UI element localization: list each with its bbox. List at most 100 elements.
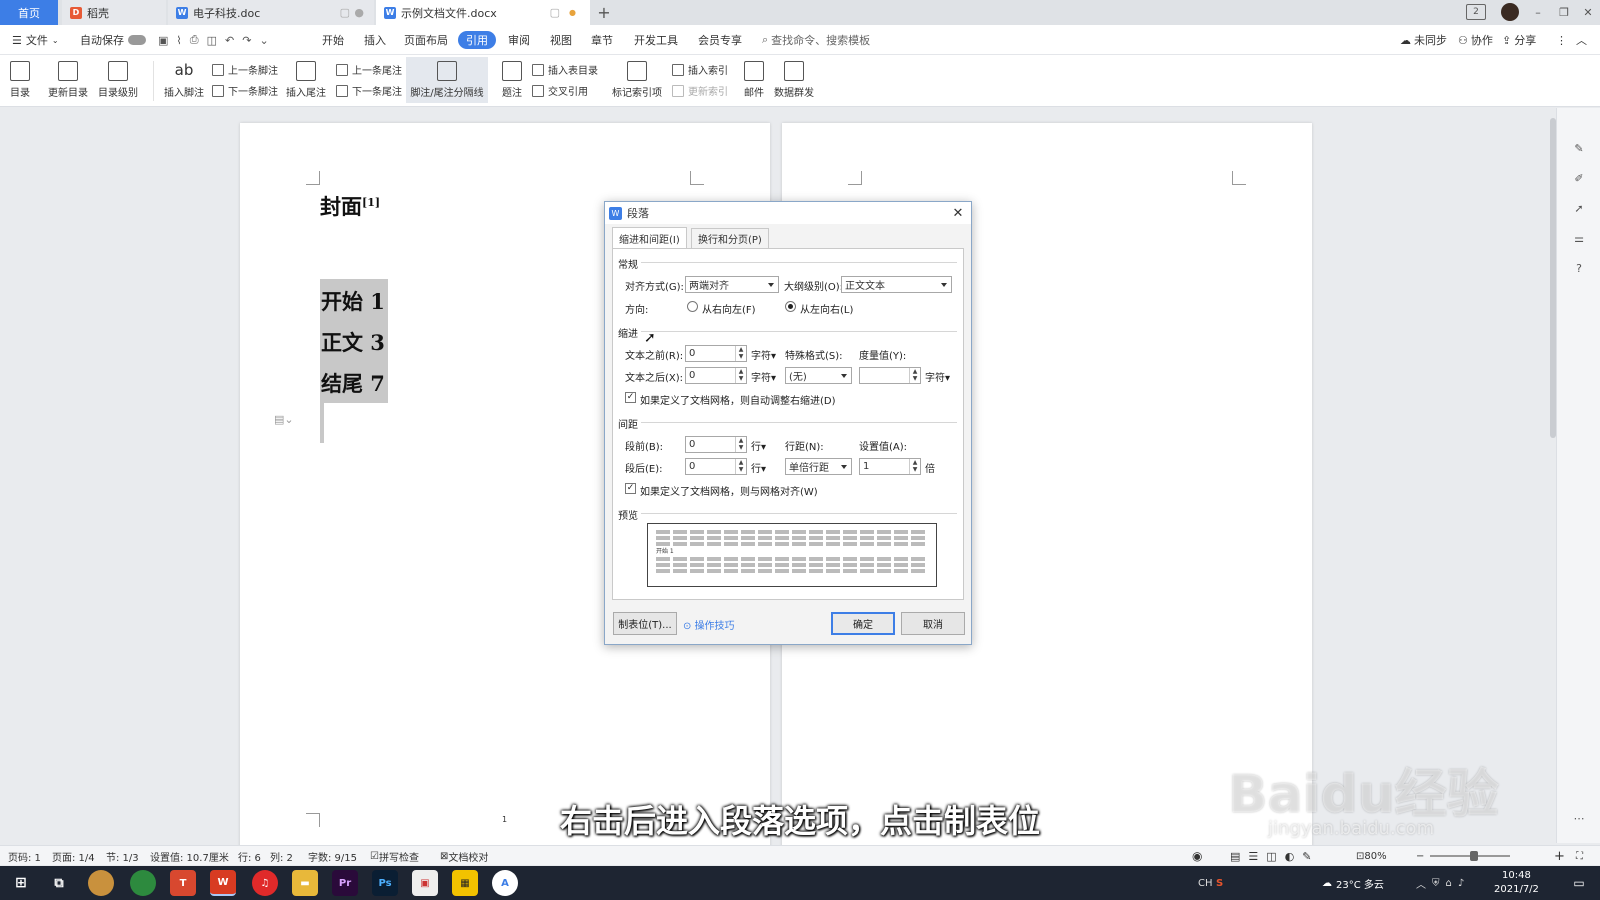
spinner-arrows-icon[interactable]: ▲ ▼ xyxy=(909,368,920,383)
sync-button[interactable]: ☁ 未同步 xyxy=(1400,25,1447,55)
mark-entry-button[interactable]: 标记索引项 xyxy=(612,61,662,99)
premiere-icon[interactable]: Pr xyxy=(332,870,358,896)
footnote-reference[interactable]: [1] xyxy=(362,196,380,209)
print-preview-icon[interactable]: ◫ xyxy=(207,34,217,47)
photoshop-icon[interactable]: Ps xyxy=(372,870,398,896)
chevron-up-icon[interactable]: ︿ xyxy=(1416,876,1426,891)
more-icon[interactable]: ⌄ xyxy=(259,34,268,47)
file-explorer-icon[interactable]: ▬ xyxy=(292,870,318,896)
undo-icon[interactable]: ↶ xyxy=(225,34,234,47)
save-icon[interactable]: ▣ xyxy=(158,34,168,47)
document-heading[interactable]: 封面[1] xyxy=(320,191,380,221)
zoom-level[interactable]: ⊡ 80% xyxy=(1356,846,1387,866)
workspace-icon[interactable]: 2 xyxy=(1466,4,1486,20)
menu-start[interactable]: 开始 xyxy=(322,25,344,55)
spinner-arrows-icon[interactable]: ▲ ▼ xyxy=(909,459,920,474)
tab-indent-spacing[interactable]: 缩进和间距(I) xyxy=(612,227,687,249)
more-menu-icon[interactable]: ⋮ xyxy=(1556,25,1567,55)
avatar[interactable] xyxy=(1501,3,1519,21)
status-pages[interactable]: 页面: 1/4 xyxy=(52,846,95,866)
space-after-input[interactable]: 0 ▲ ▼ xyxy=(685,458,747,475)
grid-align-checkbox[interactable]: ✓ xyxy=(625,483,636,494)
status-col[interactable]: 列: 2 xyxy=(270,846,293,866)
ltr-radio[interactable] xyxy=(785,301,796,312)
set-value-input[interactable]: 1 ▲ ▼ xyxy=(859,458,921,475)
auto-indent-checkbox[interactable]: ✓ xyxy=(625,392,636,403)
share-button[interactable]: ⇪ 分享 xyxy=(1502,25,1536,55)
ok-button[interactable]: 确定 xyxy=(831,612,895,635)
spell-check-button[interactable]: ☑ 拼写检查 xyxy=(370,846,419,866)
close-icon[interactable]: ✕ xyxy=(949,204,967,222)
mass-send-button[interactable]: 数据群发 xyxy=(774,61,814,99)
media-icon[interactable]: ▣ xyxy=(412,870,438,896)
spinner-arrows-icon[interactable]: ▲ ▼ xyxy=(735,459,746,474)
menu-member[interactable]: 会员专享 xyxy=(698,25,742,55)
tab-line-page-break[interactable]: 换行和分页(P) xyxy=(691,228,769,248)
sogou-icon[interactable]: S xyxy=(1216,873,1223,893)
unit-dropdown[interactable]: 字符▾ xyxy=(751,347,776,362)
minimize-icon[interactable]: – xyxy=(1528,0,1548,25)
web-view-icon[interactable]: ◫ xyxy=(1266,850,1276,863)
shield-icon[interactable]: ⛨ xyxy=(1432,878,1440,889)
status-setting-value[interactable]: 设置值: 10.7厘米 xyxy=(150,846,229,866)
insert-table-of-figures-button[interactable]: 插入表目录 xyxy=(532,62,598,77)
tab-home[interactable]: 首页 xyxy=(0,0,58,25)
after-text-input[interactable]: 0 ▲ ▼ xyxy=(685,367,747,384)
unit-dropdown[interactable]: 行▾ xyxy=(751,438,766,453)
notification-icon[interactable]: ▭ xyxy=(1566,870,1592,896)
insert-footnote-button[interactable]: ab 插入脚注 xyxy=(164,61,204,99)
collab-button[interactable]: ⚇ 协作 xyxy=(1458,25,1493,55)
insert-index-button[interactable]: 插入索引 xyxy=(672,62,728,77)
status-word-count[interactable]: 字数: 9/15 xyxy=(308,846,357,866)
tabs-button[interactable]: 制表位(T)... xyxy=(613,612,677,635)
tab-electronics-doc[interactable]: W 电子科技.doc ▢ ● xyxy=(168,0,374,25)
pen-icon[interactable]: ✐ xyxy=(1569,168,1589,188)
menu-dev-tools[interactable]: 开发工具 xyxy=(634,25,678,55)
menu-insert[interactable]: 插入 xyxy=(364,25,386,55)
dialog-titlebar[interactable]: W 段落 ✕ xyxy=(605,202,971,224)
special-format-select[interactable]: (无) xyxy=(785,367,852,384)
tab-sample-doc[interactable]: W 示例文档文件.docx ▢ ● xyxy=(376,0,590,25)
selected-paragraphs[interactable]: 开始 1 正文 3 结尾 7 xyxy=(321,281,385,404)
menu-review[interactable]: 审阅 xyxy=(508,25,530,55)
collapse-ribbon-icon[interactable]: ︿ xyxy=(1576,25,1587,55)
before-text-input[interactable]: 0 ▲ ▼ xyxy=(685,345,747,362)
zoom-slider-handle[interactable] xyxy=(1470,851,1478,861)
rtl-radio[interactable] xyxy=(687,301,698,312)
ltr-label[interactable]: 从左向右(L) xyxy=(800,301,853,316)
outline-select[interactable]: 正文文本 xyxy=(841,276,952,293)
menu-references[interactable]: 引用 xyxy=(458,31,496,49)
line-spacing-select[interactable]: 单倍行距 xyxy=(785,458,852,475)
search-box[interactable]: ⌕ 查找命令、搜索模板 xyxy=(762,25,870,55)
paragraph-line[interactable]: 结尾 7 xyxy=(321,363,385,404)
netease-music-icon[interactable]: ♫ xyxy=(252,870,278,896)
prev-endnote-button[interactable]: 上一条尾注 xyxy=(336,62,402,77)
network-icon[interactable]: ⌂ xyxy=(1446,878,1452,889)
close-icon[interactable]: ✕ xyxy=(1578,0,1598,25)
proofread-button[interactable]: ⊠ 文档校对 xyxy=(440,846,488,866)
update-index-button[interactable]: 更新索引 xyxy=(672,83,728,98)
pen-icon[interactable]: ✎ xyxy=(1302,850,1311,863)
spinner-arrows-icon[interactable]: ▲ ▼ xyxy=(735,368,746,383)
page-view-icon[interactable]: ▤ xyxy=(1230,850,1240,863)
align-select[interactable]: 两端对齐 xyxy=(685,276,779,293)
volume-icon[interactable]: ♪ xyxy=(1458,878,1464,889)
clock[interactable]: 10:48 2021/7/2 xyxy=(1494,869,1539,897)
unsaved-dot-icon[interactable]: ● xyxy=(569,8,576,17)
spinner-arrows-icon[interactable]: ▲ ▼ xyxy=(735,346,746,361)
status-section[interactable]: 节: 1/3 xyxy=(106,846,139,866)
insert-endnote-button[interactable]: 插入尾注 xyxy=(286,61,326,99)
separator-button[interactable]: 脚注/尾注分隔线 xyxy=(406,57,488,103)
space-before-input[interactable]: 0 ▲ ▼ xyxy=(685,436,747,453)
cursor-icon[interactable]: ➚ xyxy=(1569,198,1589,218)
update-toc-button[interactable]: 更新目录 xyxy=(48,61,88,99)
app-a-icon[interactable]: A xyxy=(492,870,518,896)
fullscreen-icon[interactable]: ⛶ xyxy=(1576,846,1583,866)
menu-page-layout[interactable]: 页面布局 xyxy=(404,25,448,55)
paragraph-line[interactable]: 开始 1 xyxy=(321,281,385,322)
rtl-label[interactable]: 从右向左(F) xyxy=(702,301,756,316)
toc-level-button[interactable]: 目录级别 xyxy=(98,61,138,99)
ime-indicator[interactable]: CH xyxy=(1198,873,1213,893)
next-footnote-button[interactable]: 下一条脚注 xyxy=(212,83,278,98)
weather-widget[interactable]: ☁ 23°C 多云 xyxy=(1322,873,1384,893)
